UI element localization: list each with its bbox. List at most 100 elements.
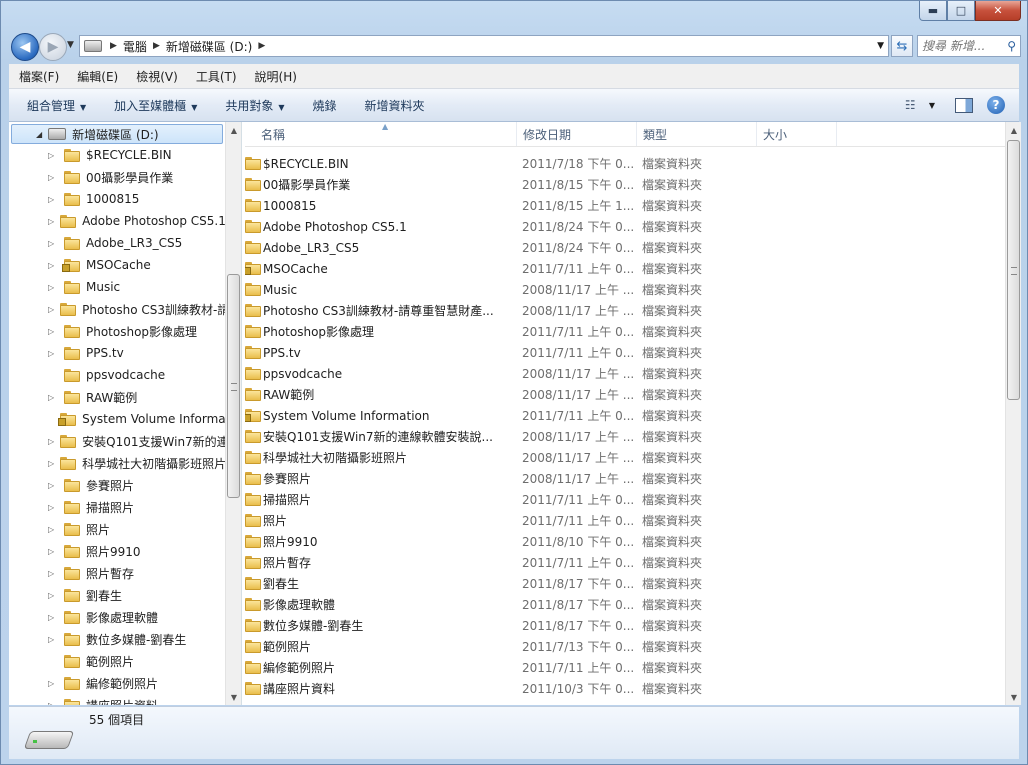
tree-item[interactable]: ▷System Volume Informatio [9, 408, 225, 430]
scroll-up-arrow-icon[interactable]: ▲ [1006, 122, 1022, 138]
expand-triangle-icon[interactable]: ▷ [48, 283, 58, 292]
file-row[interactable]: Photoshop影像處理 2011/7/11 上午 0... 檔案資料夾 [245, 321, 1005, 342]
expand-triangle-icon[interactable]: ▷ [48, 305, 54, 314]
file-row[interactable]: MSOCache 2011/7/11 上午 0... 檔案資料夾 [245, 258, 1005, 279]
expand-triangle-icon[interactable]: ▷ [48, 327, 58, 336]
forward-button[interactable]: ▶ [39, 33, 67, 61]
nav-scrollbar[interactable]: ▲ ▼ [225, 122, 241, 705]
expand-triangle-icon[interactable]: ▷ [48, 261, 58, 270]
burn-button[interactable]: 燒錄 [313, 97, 337, 114]
tree-item[interactable]: ▷ 參賽照片 [9, 474, 225, 496]
menu-tools[interactable]: 工具(T) [196, 68, 237, 85]
file-row[interactable]: System Volume Information 2011/7/11 上午 0.… [245, 405, 1005, 426]
tree-item[interactable]: ▷ 00攝影學員作業 [9, 166, 225, 188]
tree-item[interactable]: ▷ Adobe_LR3_CS5 [9, 232, 225, 254]
file-row[interactable]: 劉春生 2011/8/17 下午 0... 檔案資料夾 [245, 573, 1005, 594]
expand-triangle-icon[interactable]: ▷ [48, 459, 54, 468]
file-row[interactable]: 照片暫存 2011/7/11 上午 0... 檔案資料夾 [245, 552, 1005, 573]
tree-item[interactable]: ▷ 1000815 [9, 188, 225, 210]
tree-item[interactable]: ▷ 數位多媒體-劉春生 [9, 628, 225, 650]
tree-item[interactable]: ▷ 照片9910 [9, 540, 225, 562]
scroll-up-arrow-icon[interactable]: ▲ [226, 122, 241, 138]
file-row[interactable]: ppsvodcache 2008/11/17 上午 ... 檔案資料夾 [245, 363, 1005, 384]
tree-item[interactable]: ▷ 劉春生 [9, 584, 225, 606]
view-dropdown-icon[interactable]: ▼ [929, 101, 935, 110]
file-row[interactable]: Adobe_LR3_CS5 2011/8/24 下午 0... 檔案資料夾 [245, 237, 1005, 258]
file-row[interactable]: 00攝影學員作業 2011/8/15 下午 0... 檔案資料夾 [245, 174, 1005, 195]
breadcrumb-computer[interactable]: 電腦 [119, 38, 151, 55]
tree-item[interactable]: ▷ Music [9, 276, 225, 298]
file-row[interactable]: 1000815 2011/8/15 上午 1... 檔案資料夾 [245, 195, 1005, 216]
tree-item[interactable]: ▷ RAW範例 [9, 386, 225, 408]
expand-triangle-icon[interactable]: ▷ [48, 591, 58, 600]
file-scroll-thumb[interactable] [1007, 140, 1020, 400]
tree-item[interactable]: ▷ Photosho CS3訓練教材-請 [9, 298, 225, 320]
file-row[interactable]: Photosho CS3訓練教材-請尊重智慧財產... 2008/11/17 上午… [245, 300, 1005, 321]
share-with-button[interactable]: 共用對象 ▼ [225, 97, 284, 114]
tree-item[interactable]: ▷ppsvodcache [9, 364, 225, 386]
menu-view[interactable]: 檢視(V) [136, 68, 178, 85]
file-list-scrollbar[interactable]: ▲ ▼ [1005, 122, 1021, 705]
tree-item[interactable]: ▷ PPS.tv [9, 342, 225, 364]
address-dropdown[interactable]: ▼ [877, 41, 884, 51]
breadcrumb-drive-d[interactable]: 新增磁碟區 (D:) [162, 38, 256, 55]
chevron-right-icon[interactable]: ▶ [108, 41, 119, 51]
expand-triangle-icon[interactable]: ▷ [48, 525, 58, 534]
minimize-button[interactable]: ▬ [919, 1, 947, 21]
file-row[interactable]: Adobe Photoshop CS5.1 2011/8/24 下午 0... 檔案… [245, 216, 1005, 237]
tree-item[interactable]: ▷ 影像處理軟體 [9, 606, 225, 628]
expand-triangle-icon[interactable]: ▷ [48, 195, 58, 204]
expand-triangle-icon[interactable]: ▷ [48, 679, 58, 688]
expanded-triangle-icon[interactable]: ◢ [36, 130, 42, 139]
file-row[interactable]: PPS.tv 2011/7/11 上午 0... 檔案資料夾 [245, 342, 1005, 363]
tree-item[interactable]: ▷ MSOCache [9, 254, 225, 276]
expand-triangle-icon[interactable]: ▷ [48, 503, 58, 512]
chevron-right-icon[interactable]: ▶ [256, 41, 267, 51]
column-size[interactable]: 大小 [757, 122, 837, 146]
column-type[interactable]: 類型 [637, 122, 757, 146]
add-to-library-button[interactable]: 加入至媒體櫃 ▼ [114, 97, 197, 114]
expand-triangle-icon[interactable]: ▷ [48, 613, 58, 622]
tree-item[interactable]: ▷ $RECYCLE.BIN [9, 144, 225, 166]
back-button[interactable]: ◀ [11, 33, 39, 61]
organize-button[interactable]: 組合管理 ▼ [27, 97, 86, 114]
tree-item[interactable]: ▷ 掃描照片 [9, 496, 225, 518]
expand-triangle-icon[interactable]: ▷ [48, 151, 58, 160]
preview-pane-icon[interactable] [955, 97, 973, 113]
file-row[interactable]: 講座照片資料 2011/10/3 下午 0... 檔案資料夾 [245, 678, 1005, 699]
file-row[interactable]: 數位多媒體-劉春生 2011/8/17 下午 0... 檔案資料夾 [245, 615, 1005, 636]
file-row[interactable]: Music 2008/11/17 上午 ... 檔案資料夾 [245, 279, 1005, 300]
menu-help[interactable]: 說明(H) [255, 68, 297, 85]
expand-triangle-icon[interactable]: ▷ [48, 217, 54, 226]
nav-scroll-thumb[interactable] [227, 274, 240, 498]
column-date-modified[interactable]: 修改日期 [517, 122, 637, 146]
expand-triangle-icon[interactable]: ▷ [48, 547, 58, 556]
file-row[interactable]: $RECYCLE.BIN 2011/7/18 下午 0... 檔案資料夾 [245, 153, 1005, 174]
expand-triangle-icon[interactable]: ▷ [48, 239, 58, 248]
change-view-icon[interactable]: ☷ [905, 98, 923, 112]
expand-triangle-icon[interactable]: ▷ [48, 701, 58, 706]
search-box[interactable]: ⚲ [917, 35, 1021, 57]
file-row[interactable]: 範例照片 2011/7/13 下午 0... 檔案資料夾 [245, 636, 1005, 657]
tree-item[interactable]: ▷ 編修範例照片 [9, 672, 225, 694]
search-icon[interactable]: ⚲ [1007, 39, 1016, 53]
tree-item[interactable]: ▷ 科學城社大初階攝影班照片 [9, 452, 225, 474]
tree-item[interactable]: ▷ 安裝Q101支援Win7新的連 [9, 430, 225, 452]
tree-item[interactable]: ▷ 照片 [9, 518, 225, 540]
search-input[interactable] [922, 39, 1002, 53]
file-row[interactable]: RAW範例 2008/11/17 上午 ... 檔案資料夾 [245, 384, 1005, 405]
file-row[interactable]: 參賽照片 2008/11/17 上午 ... 檔案資料夾 [245, 468, 1005, 489]
address-bar[interactable]: ▶ 電腦 ▶ 新增磁碟區 (D:) ▶ ▼ [79, 35, 889, 57]
scroll-down-arrow-icon[interactable]: ▼ [226, 689, 241, 705]
chevron-right-icon[interactable]: ▶ [151, 41, 162, 51]
expand-triangle-icon[interactable]: ▷ [48, 481, 58, 490]
refresh-button[interactable]: ⇆ [891, 35, 913, 57]
file-row[interactable]: 科學城社大初階攝影班照片 2008/11/17 上午 ... 檔案資料夾 [245, 447, 1005, 468]
tree-item[interactable]: ▷ 照片暫存 [9, 562, 225, 584]
expand-triangle-icon[interactable]: ▷ [48, 173, 58, 182]
expand-triangle-icon[interactable]: ▷ [48, 349, 58, 358]
file-row[interactable]: 掃描照片 2011/7/11 上午 0... 檔案資料夾 [245, 489, 1005, 510]
tree-item[interactable]: ▷ 講座照片資料 [9, 694, 225, 705]
maximize-button[interactable]: □ [947, 1, 975, 21]
new-folder-button[interactable]: 新增資料夾 [365, 97, 425, 114]
